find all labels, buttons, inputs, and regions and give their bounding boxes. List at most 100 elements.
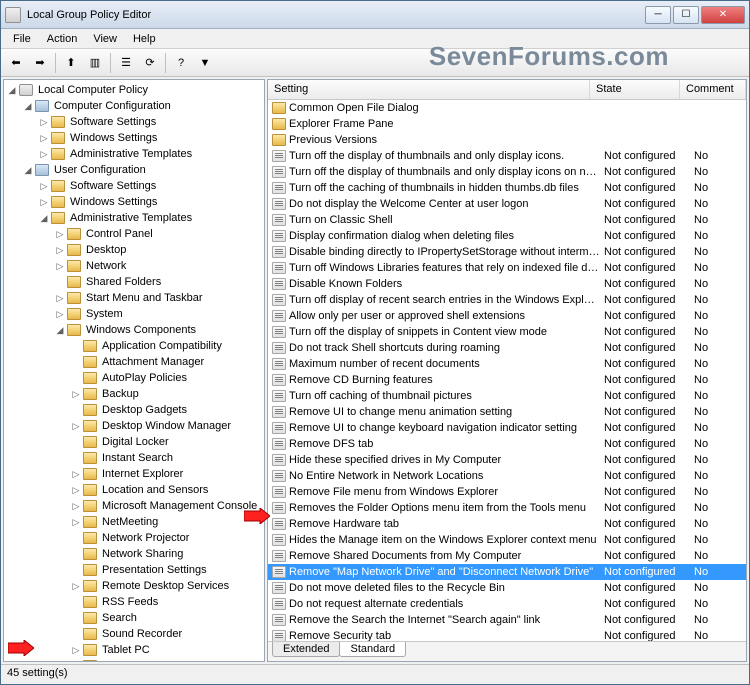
tree-pane[interactable]: ◢Local Computer Policy◢Computer Configur… [3,79,265,662]
expand-icon[interactable]: ▷ [54,292,66,304]
tree-node[interactable]: Attachment Manager [70,354,264,370]
list-setting-row[interactable]: Remove Security tabNot configuredNo [268,628,746,641]
expand-icon[interactable]: ▷ [70,516,82,528]
list-setting-row[interactable]: Turn off the display of snippets in Cont… [268,324,746,340]
tree-node[interactable]: ▷Software Settings [38,178,264,194]
tab-standard[interactable]: Standard [339,642,406,657]
list-setting-row[interactable]: Do not display the Welcome Center at use… [268,196,746,212]
list-setting-row[interactable]: Remove UI to change keyboard navigation … [268,420,746,436]
tree-node[interactable]: AutoPlay Policies [70,370,264,386]
tree-node[interactable]: ▷Microsoft Management Console [70,498,264,514]
list-setting-row[interactable]: Disable Known FoldersNot configuredNo [268,276,746,292]
list-setting-row[interactable]: Turn off caching of thumbnail picturesNo… [268,388,746,404]
collapse-icon[interactable]: ◢ [22,100,34,112]
expand-icon[interactable]: ▷ [38,148,50,160]
tree-node[interactable]: ▷Software Settings [38,114,264,130]
list-folder-row[interactable]: Explorer Frame Pane [268,116,746,132]
show-hide-tree-button[interactable]: ▥ [84,52,106,74]
list-folder-row[interactable]: Common Open File Dialog [268,100,746,116]
list-setting-row[interactable]: Disable binding directly to IPropertySet… [268,244,746,260]
expand-icon[interactable]: ▷ [38,116,50,128]
collapse-icon[interactable]: ◢ [38,212,50,224]
tree-node[interactable]: ▷Windows Settings [38,130,264,146]
expand-icon[interactable]: ▷ [70,420,82,432]
list-setting-row[interactable]: Remove "Map Network Drive" and "Disconne… [268,564,746,580]
tree-node[interactable]: Digital Locker [70,434,264,450]
list-setting-row[interactable]: Remove DFS tabNot configuredNo [268,436,746,452]
tree-node[interactable]: ▷Location and Sensors [70,482,264,498]
properties-button[interactable]: ☰ [115,52,137,74]
minimize-button[interactable]: ─ [645,6,671,24]
list-setting-row[interactable]: Remove CD Burning featuresNot configured… [268,372,746,388]
tree-node[interactable]: RSS Feeds [70,594,264,610]
tree-node[interactable]: ▷System [54,306,264,322]
collapse-icon[interactable]: ◢ [54,324,66,336]
list-setting-row[interactable]: Remove the Search the Internet "Search a… [268,612,746,628]
list-setting-row[interactable]: Turn off the display of thumbnails and o… [268,164,746,180]
tree-node[interactable]: ▷Control Panel [54,226,264,242]
list-setting-row[interactable]: Turn off display of recent search entrie… [268,292,746,308]
list-setting-row[interactable]: Do not move deleted files to the Recycle… [268,580,746,596]
expand-icon[interactable]: ▷ [70,580,82,592]
list-setting-row[interactable]: Remove File menu from Windows ExplorerNo… [268,484,746,500]
menu-help[interactable]: Help [125,31,164,47]
tree-node[interactable]: ▷Network [54,258,264,274]
expand-icon[interactable]: ▷ [70,468,82,480]
list-setting-row[interactable]: Hide these specified drives in My Comput… [268,452,746,468]
expand-icon[interactable]: ▷ [70,388,82,400]
list-setting-row[interactable]: Remove Shared Documents from My Computer… [268,548,746,564]
list-setting-row[interactable]: Remove UI to change menu animation setti… [268,404,746,420]
expand-icon[interactable]: ▷ [38,196,50,208]
tree-node[interactable]: Task Scheduler [70,658,264,662]
list-setting-row[interactable]: Do not request alternate credentialsNot … [268,596,746,612]
back-button[interactable]: ⬅ [5,52,27,74]
tree-node[interactable]: Network Projector [70,530,264,546]
tree-node[interactable]: ▷Desktop Window Manager [70,418,264,434]
list-setting-row[interactable]: No Entire Network in Network LocationsNo… [268,468,746,484]
collapse-icon[interactable]: ◢ [22,164,34,176]
list-setting-row[interactable]: Turn off Windows Libraries features that… [268,260,746,276]
expand-icon[interactable]: ▷ [38,132,50,144]
tree-node[interactable]: ◢Local Computer Policy [6,82,264,98]
tree-node[interactable]: Shared Folders [54,274,264,290]
up-button[interactable]: ⬆ [60,52,82,74]
col-setting[interactable]: Setting [268,80,590,99]
expand-icon[interactable]: ▷ [70,500,82,512]
close-button[interactable]: ✕ [701,6,745,24]
list-setting-row[interactable]: Do not track Shell shortcuts during roam… [268,340,746,356]
menu-view[interactable]: View [85,31,125,47]
list-folder-row[interactable]: Previous Versions [268,132,746,148]
tree-node[interactable]: ◢Computer Configuration [22,98,264,114]
expand-icon[interactable]: ▷ [54,260,66,272]
collapse-icon[interactable]: ◢ [6,84,18,96]
list-body[interactable]: Common Open File DialogExplorer Frame Pa… [268,100,746,641]
col-state[interactable]: State [590,80,680,99]
tree-node[interactable]: Instant Search [70,450,264,466]
tree-node[interactable]: ▷Windows Settings [38,194,264,210]
expand-icon[interactable]: ▷ [54,244,66,256]
tab-extended[interactable]: Extended [272,642,340,657]
list-setting-row[interactable]: Maximum number of recent documentsNot co… [268,356,746,372]
tree-node[interactable]: Application Compatibility [70,338,264,354]
tree-node[interactable]: Sound Recorder [70,626,264,642]
tree-node[interactable]: ▷Remote Desktop Services [70,578,264,594]
tree-node[interactable]: Network Sharing [70,546,264,562]
list-setting-row[interactable]: Display confirmation dialog when deletin… [268,228,746,244]
list-setting-row[interactable]: Remove Hardware tabNot configuredNo [268,516,746,532]
tree-node[interactable]: ▷Internet Explorer [70,466,264,482]
list-setting-row[interactable]: Turn off the caching of thumbnails in hi… [268,180,746,196]
menu-file[interactable]: File [5,31,39,47]
tree-node[interactable]: Search [70,610,264,626]
tree-node[interactable]: ▷Start Menu and Taskbar [54,290,264,306]
list-setting-row[interactable]: Removes the Folder Options menu item fro… [268,500,746,516]
tree-node[interactable]: ▷NetMeeting [70,514,264,530]
expand-icon[interactable]: ▷ [70,484,82,496]
list-setting-row[interactable]: Hides the Manage item on the Windows Exp… [268,532,746,548]
tree-node[interactable]: ◢Administrative Templates [38,210,264,226]
tree-node[interactable]: Presentation Settings [70,562,264,578]
col-comment[interactable]: Comment [680,80,746,99]
filter-button[interactable]: ▼ [194,52,216,74]
expand-icon[interactable]: ▷ [54,228,66,240]
maximize-button[interactable]: ☐ [673,6,699,24]
menu-action[interactable]: Action [39,31,86,47]
